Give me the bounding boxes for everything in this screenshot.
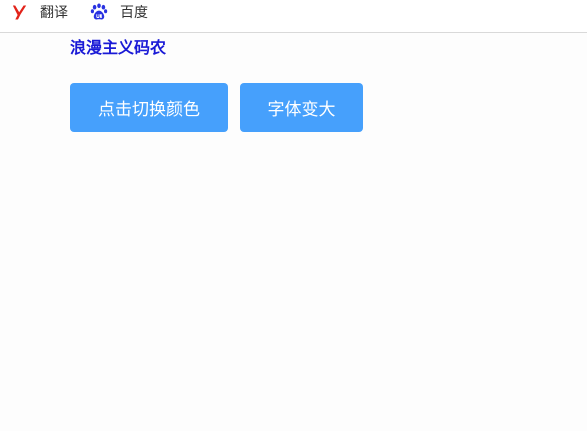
change-color-button[interactable]: 点击切换颜色: [70, 83, 228, 132]
enlarge-font-button[interactable]: 字体变大: [240, 83, 363, 132]
page-title: 浪漫主义码农: [70, 38, 167, 57]
bookmark-baidu[interactable]: 百度: [90, 0, 148, 24]
bookmarks-bar: 翻译 百度: [0, 0, 587, 33]
page-content: 浪漫主义码农 点击切换颜色 字体变大: [0, 34, 587, 431]
bookmark-translate-label: 翻译: [40, 5, 68, 21]
baidu-paw-icon: [90, 3, 108, 21]
bookmark-translate[interactable]: 翻译: [11, 0, 68, 24]
bookmark-baidu-label: 百度: [120, 5, 148, 21]
youdao-y-icon: [11, 3, 29, 21]
